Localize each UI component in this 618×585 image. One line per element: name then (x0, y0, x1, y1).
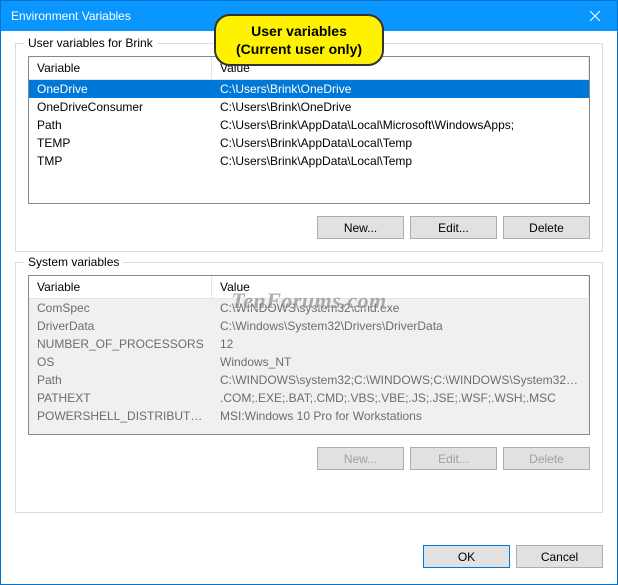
cell-value: 12 (212, 336, 589, 352)
user-new-button[interactable]: New... (317, 216, 404, 239)
table-row[interactable]: PATHEXT.COM;.EXE;.BAT;.CMD;.VBS;.VBE;.JS… (29, 389, 589, 407)
user-group-legend: User variables for Brink (24, 36, 157, 50)
cell-value: C:\Users\Brink\OneDrive (212, 81, 589, 97)
table-row[interactable]: POWERSHELL_DISTRIBUTIO...MSI:Windows 10 … (29, 407, 589, 425)
cell-variable: POWERSHELL_DISTRIBUTIO... (29, 408, 212, 424)
dialog-footer: OK Cancel (1, 537, 617, 584)
user-variables-table[interactable]: Variable Value OneDriveC:\Users\Brink\On… (28, 56, 590, 204)
cell-variable: ComSpec (29, 300, 212, 316)
close-icon (590, 11, 600, 21)
cell-value: C:\WINDOWS\system32\cmd.exe (212, 300, 589, 316)
col-value[interactable]: Value (212, 276, 589, 298)
cell-value: C:\WINDOWS\system32;C:\WINDOWS;C:\WINDOW… (212, 372, 589, 388)
cell-value: C:\Users\Brink\AppData\Local\Temp (212, 135, 589, 151)
annotation-line1: User variables (236, 22, 362, 40)
env-vars-dialog: Environment Variables User variables for… (0, 0, 618, 585)
table-row[interactable]: PathC:\Users\Brink\AppData\Local\Microso… (29, 116, 589, 134)
cell-value: .COM;.EXE;.BAT;.CMD;.VBS;.VBE;.JS;.JSE;.… (212, 390, 589, 406)
user-button-row: New... Edit... Delete (28, 216, 590, 239)
col-variable[interactable]: Variable (29, 57, 212, 79)
user-delete-button[interactable]: Delete (503, 216, 590, 239)
user-edit-button[interactable]: Edit... (410, 216, 497, 239)
system-button-row: New... Edit... Delete (28, 447, 590, 470)
table-row[interactable]: NUMBER_OF_PROCESSORS12 (29, 335, 589, 353)
cell-variable: OneDriveConsumer (29, 99, 212, 115)
cell-variable: TEMP (29, 135, 212, 151)
annotation-line2: (Current user only) (236, 40, 362, 58)
dialog-content: User variables for Brink Variable Value … (1, 31, 617, 537)
cell-variable: TMP (29, 153, 212, 169)
cell-variable: OneDrive (29, 81, 212, 97)
system-edit-button: Edit... (410, 447, 497, 470)
system-group-legend: System variables (24, 255, 123, 269)
cell-value: C:\Users\Brink\AppData\Local\Temp (212, 153, 589, 169)
table-header: Variable Value (29, 276, 589, 299)
cell-value: Windows_NT (212, 354, 589, 370)
col-variable[interactable]: Variable (29, 276, 212, 298)
table-row[interactable]: DriverDataC:\Windows\System32\Drivers\Dr… (29, 317, 589, 335)
table-row[interactable]: OneDriveConsumerC:\Users\Brink\OneDrive (29, 98, 589, 116)
cell-variable: PATHEXT (29, 390, 212, 406)
system-delete-button: Delete (503, 447, 590, 470)
system-table-body: ComSpecC:\WINDOWS\system32\cmd.exeDriver… (29, 299, 589, 434)
table-row[interactable]: TMPC:\Users\Brink\AppData\Local\Temp (29, 152, 589, 170)
close-button[interactable] (572, 1, 617, 31)
table-row[interactable]: TEMPC:\Users\Brink\AppData\Local\Temp (29, 134, 589, 152)
user-variables-group: User variables for Brink Variable Value … (15, 43, 603, 252)
table-row[interactable]: OSWindows_NT (29, 353, 589, 371)
system-new-button: New... (317, 447, 404, 470)
system-variables-group: System variables Variable Value ComSpecC… (15, 262, 603, 513)
user-table-body: OneDriveC:\Users\Brink\OneDriveOneDriveC… (29, 80, 589, 203)
cancel-button[interactable]: Cancel (516, 545, 603, 568)
cell-variable: Path (29, 117, 212, 133)
cell-value: C:\Users\Brink\OneDrive (212, 99, 589, 115)
table-row[interactable]: PathC:\WINDOWS\system32;C:\WINDOWS;C:\WI… (29, 371, 589, 389)
table-row[interactable]: ComSpecC:\WINDOWS\system32\cmd.exe (29, 299, 589, 317)
cell-variable: NUMBER_OF_PROCESSORS (29, 336, 212, 352)
cell-variable: Path (29, 372, 212, 388)
table-row[interactable]: OneDriveC:\Users\Brink\OneDrive (29, 80, 589, 98)
cell-value: C:\Users\Brink\AppData\Local\Microsoft\W… (212, 117, 589, 133)
cell-value: C:\Windows\System32\Drivers\DriverData (212, 318, 589, 334)
system-variables-table[interactable]: Variable Value ComSpecC:\WINDOWS\system3… (28, 275, 590, 435)
annotation-callout: User variables (Current user only) (214, 14, 384, 66)
cell-value: MSI:Windows 10 Pro for Workstations (212, 408, 589, 424)
ok-button[interactable]: OK (423, 545, 510, 568)
cell-variable: DriverData (29, 318, 212, 334)
cell-variable: OS (29, 354, 212, 370)
